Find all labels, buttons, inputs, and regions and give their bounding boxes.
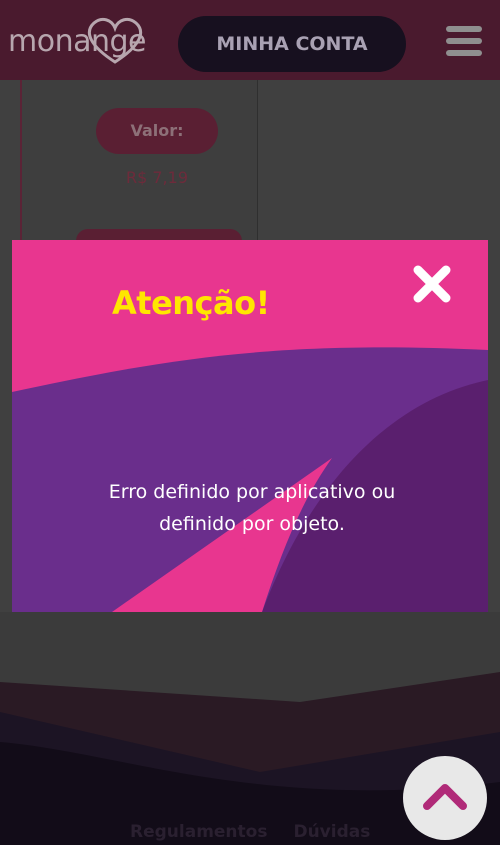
footer-link-faq[interactable]: Dúvidas	[293, 822, 370, 842]
modal-message: Erro definido por aplicativo ou definido…	[52, 476, 452, 540]
page: monange MINHA CONTA Valor: R$ 7,19 Regul…	[0, 0, 500, 845]
header: monange MINHA CONTA	[0, 0, 500, 80]
modal-message-line-1: Erro definido por aplicativo ou	[108, 481, 396, 503]
close-button[interactable]	[412, 264, 452, 304]
alert-modal: Atenção! Erro definido por aplicativo ou…	[12, 240, 488, 612]
chevron-up-icon	[423, 784, 467, 810]
product-price: R$ 7,19	[125, 168, 188, 187]
scroll-to-top-button[interactable]	[403, 756, 487, 840]
value-label-pill: Valor:	[96, 108, 218, 154]
footer-link-regulations[interactable]: Regulamentos	[130, 822, 267, 842]
modal-title: Atenção!	[112, 284, 270, 322]
brand-logo[interactable]: monange	[8, 24, 147, 59]
close-icon	[413, 265, 451, 303]
my-account-button[interactable]: MINHA CONTA	[178, 16, 406, 72]
footer-links: Regulamentos Dúvidas	[130, 822, 370, 842]
modal-message-line-2: definido por objeto.	[159, 513, 345, 535]
menu-icon[interactable]	[446, 26, 482, 60]
